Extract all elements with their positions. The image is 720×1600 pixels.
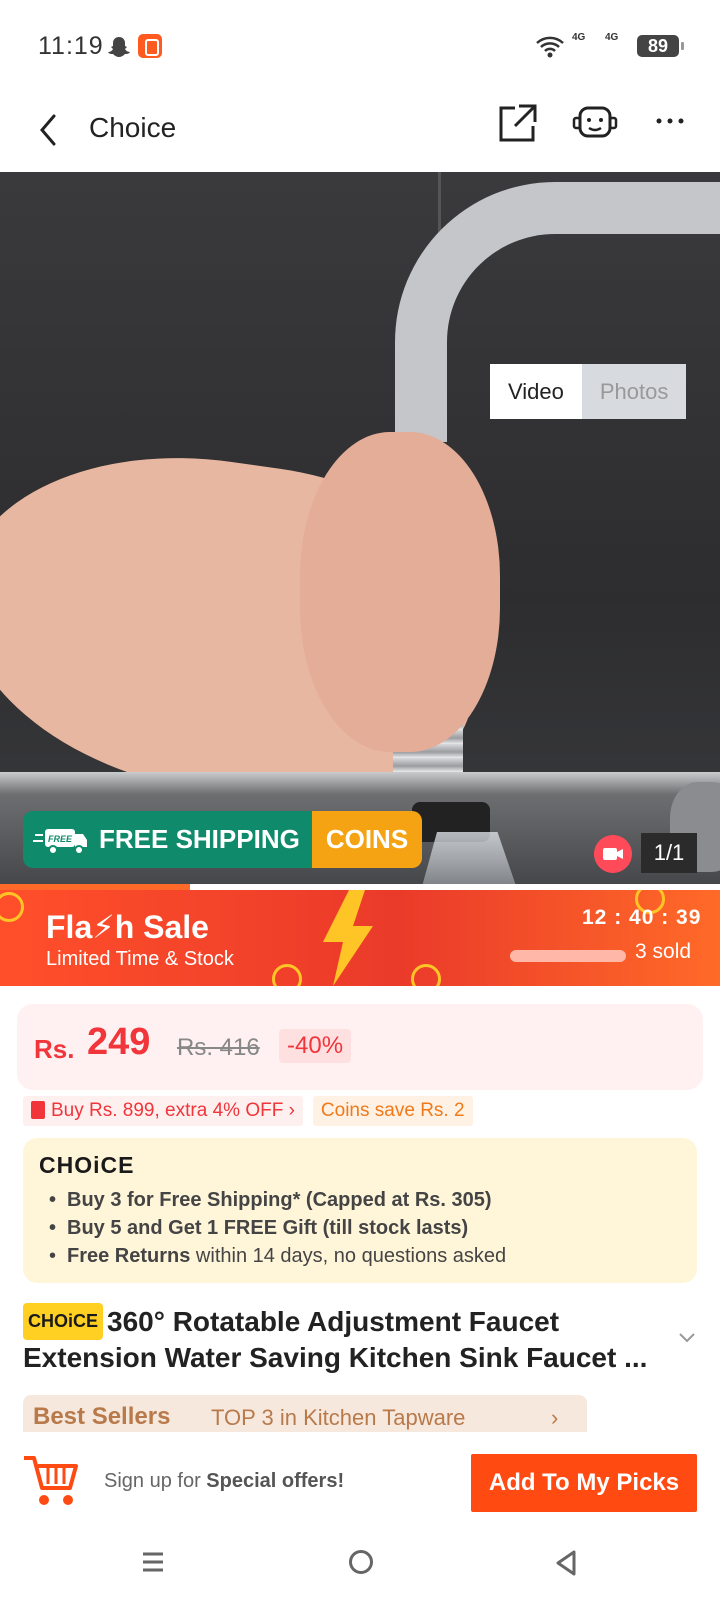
price-box: Rs. 249 Rs. 416 -40% [17,1004,703,1090]
product-title-text: 360° Rotatable Adjustment Faucet Extensi… [23,1306,648,1373]
lightning-bolt-icon [323,890,373,986]
choice-benefits-list: Buy 3 for Free Shipping* (Capped at Rs. … [49,1186,506,1270]
free-shipping-label: FREE FREE SHIPPING [23,811,312,868]
media-counter: 1/1 [641,833,697,873]
signup-offer-text[interactable]: Sign up for Special offers! [104,1470,344,1493]
system-nav-bar [0,1528,720,1600]
countdown-timer: 12 : 40 : 39 [582,906,702,929]
support-icon[interactable] [572,102,618,144]
chevron-right-icon: › [551,1405,559,1430]
chevron-down-icon[interactable] [678,1332,696,1344]
share-icon[interactable] [497,102,539,144]
video-camera-icon[interactable] [594,835,632,873]
signal-icon: 4G [605,32,631,58]
cart-icon[interactable] [22,1452,80,1510]
current-price: 249 [87,1021,151,1063]
best-sellers-rank: TOP 3 in Kitchen Tapware [211,1405,466,1430]
sold-count: 3 sold [635,940,692,963]
add-to-my-picks-button[interactable]: Add To My Picks [471,1454,697,1512]
coupon-icon [31,1101,45,1119]
flash-sale-subtitle: Limited Time & Stock [46,948,234,970]
free-shipping-banner: FREE FREE SHIPPING COINS [23,811,423,868]
free-tag: FREE [48,834,73,844]
choice-logo: CHOiCE [39,1152,135,1178]
price-currency: Rs. [34,1034,75,1064]
truck-icon: FREE [33,828,87,855]
coins-label: COINS [311,811,423,868]
network-label: 4G [572,32,586,43]
free-returns-label: Free Returns [67,1245,191,1267]
product-media[interactable]: Video Photos FREE FREE SHIPPING COINS 1/… [0,172,720,884]
best-sellers-banner[interactable]: Best Sellers TOP 3 in Kitchen Tapware › [23,1395,587,1433]
flash-sale-banner: Fla⚡h Sale Limited Time & Stock 12 : 40 … [0,890,720,986]
home-icon[interactable] [349,1550,373,1574]
bundle-deal-text: Buy Rs. 899, extra 4% OFF [51,1100,284,1121]
free-returns-detail: within 14 days, no questions asked [190,1245,507,1267]
recent-apps-icon[interactable] [141,1550,165,1574]
alarm-clock-icon [411,964,441,986]
tab-photos[interactable]: Photos [581,364,687,419]
network-label: 4G [605,32,619,43]
page-title: Choice [89,112,177,143]
list-item: Buy 3 for Free Shipping* (Capped at Rs. … [49,1186,506,1214]
app-notification-icon [138,34,162,58]
system-back-icon[interactable] [554,1550,578,1576]
alarm-clock-icon [0,892,24,922]
choice-tag: CHOiCE [23,1303,104,1340]
battery-icon: 89 [637,35,684,57]
signup-prefix: Sign up for [104,1470,207,1492]
free-shipping-text: FREE SHIPPING [99,824,300,854]
wifi-icon [536,36,564,58]
list-item: Buy 5 and Get 1 FREE Gift (till stock la… [49,1214,506,1242]
bottom-action-bar: Sign up for Special offers! Add To My Pi… [0,1432,720,1528]
more-icon[interactable] [655,116,685,126]
video-frame [300,432,500,752]
discount-badge: -40% [279,1029,352,1063]
promo-row: Buy Rs. 899, extra 4% OFF › Coins save R… [23,1096,473,1126]
stock-progress-bar [510,950,626,962]
original-price: Rs. 416 [177,1034,260,1061]
signup-bold: Special offers! [206,1470,345,1492]
status-time: 11:19 [38,32,104,60]
bundle-deal-promo[interactable]: Buy Rs. 899, extra 4% OFF › [23,1096,303,1126]
list-item: Free Returns within 14 days, no question… [49,1242,506,1270]
media-tabs: Video Photos [490,364,687,419]
tab-video[interactable]: Video [490,364,582,419]
back-icon[interactable] [34,108,64,152]
best-sellers-title: Best Sellers [33,1403,171,1430]
flash-sale-title: Fla⚡h Sale [46,909,209,945]
status-bar: 11:19 4G 4G 89 [0,0,720,90]
top-nav: Choice [0,90,720,172]
choice-benefits-box[interactable]: CHOiCE Buy 3 for Free Shipping* (Capped … [23,1138,697,1283]
chevron-right-icon: › [288,1100,295,1121]
signal-icon: 4G [572,32,598,58]
snapchat-icon [108,37,130,57]
coins-promo[interactable]: Coins save Rs. 2 [312,1096,473,1126]
product-title[interactable]: CHOiCE 360° Rotatable Adjustment Faucet E… [23,1303,673,1375]
alarm-clock-icon [272,964,302,986]
